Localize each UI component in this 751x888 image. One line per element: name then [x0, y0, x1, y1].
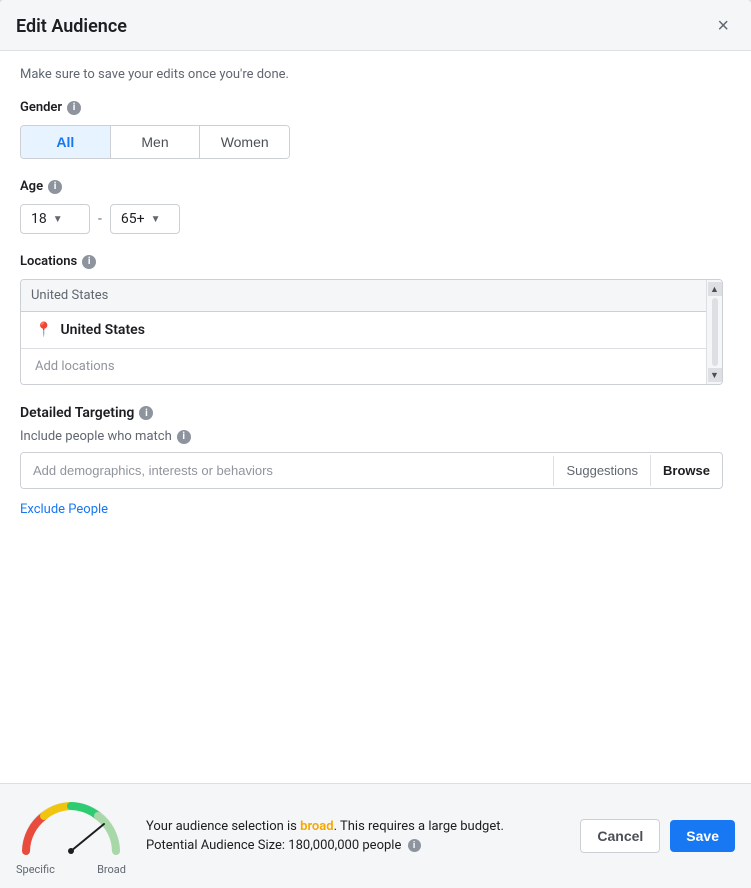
gender-men-button[interactable]: Men — [111, 126, 201, 158]
footer-message-suffix: . This requires a large budget. — [334, 819, 504, 834]
locations-scrollbar: ▲ ▼ — [706, 280, 722, 384]
modal-header: Edit Audience × — [0, 0, 751, 51]
modal-title: Edit Audience — [16, 16, 127, 37]
gauge-specific-label: Specific — [16, 863, 55, 876]
add-locations-input[interactable]: Add locations — [21, 349, 706, 384]
targeting-input-box: Suggestions Browse — [20, 452, 723, 489]
edit-audience-modal: Edit Audience × Make sure to save your e… — [0, 0, 751, 888]
include-label: Include people who match i — [20, 429, 723, 444]
age-min-value: 18 — [31, 211, 47, 227]
age-min-select[interactable]: 18 ▼ — [20, 204, 90, 234]
gauge-labels: Specific Broad — [16, 863, 126, 876]
close-button[interactable]: × — [711, 14, 735, 38]
gender-all-button[interactable]: All — [21, 126, 111, 158]
locations-search-text: United States — [31, 288, 108, 303]
locations-content: United States 📍 United States Add locati… — [21, 280, 706, 384]
locations-label: Locations i — [20, 254, 723, 269]
age-max-chevron: ▼ — [151, 214, 161, 225]
gauge-chart — [16, 796, 126, 861]
age-max-select[interactable]: 65+ ▼ — [110, 204, 180, 234]
broad-word: broad — [300, 819, 333, 834]
audience-size-text: Potential Audience Size: 180,000,000 peo… — [146, 838, 401, 853]
age-section: Age i 18 ▼ - 65+ ▼ — [20, 179, 723, 234]
browse-button[interactable]: Browse — [650, 455, 722, 486]
age-row: 18 ▼ - 65+ ▼ — [20, 204, 723, 234]
gender-label: Gender i — [20, 100, 723, 115]
age-min-chevron: ▼ — [53, 214, 63, 225]
gender-section: Gender i All Men Women — [20, 100, 723, 159]
detailed-targeting-info-icon[interactable]: i — [139, 406, 153, 420]
targeting-input[interactable] — [21, 453, 553, 488]
modal-body: Make sure to save your edits once you're… — [0, 51, 751, 783]
age-info-icon[interactable]: i — [48, 180, 62, 194]
audience-size-info-icon[interactable]: i — [408, 839, 421, 852]
footer-info: Your audience selection is broad. This r… — [146, 819, 580, 853]
modal-footer: Specific Broad Your audience selection i… — [0, 783, 751, 888]
locations-box: United States 📍 United States Add locati… — [20, 279, 723, 385]
cancel-button[interactable]: Cancel — [580, 819, 660, 853]
gender-button-group: All Men Women — [20, 125, 290, 159]
footer-actions: Cancel Save — [580, 819, 735, 853]
age-label: Age i — [20, 179, 723, 194]
gender-info-icon[interactable]: i — [67, 101, 81, 115]
detailed-targeting-label: Detailed Targeting i — [20, 405, 723, 421]
locations-section: Locations i United States 📍 United State… — [20, 254, 723, 385]
detailed-targeting-section: Detailed Targeting i Include people who … — [20, 405, 723, 517]
locations-scroll-track — [712, 298, 718, 366]
age-max-value: 65+ — [121, 211, 145, 227]
locations-info-icon[interactable]: i — [82, 255, 96, 269]
pin-icon: 📍 — [35, 322, 52, 338]
gender-women-button[interactable]: Women — [200, 126, 289, 158]
exclude-people-link[interactable]: Exclude People — [20, 502, 108, 517]
footer-gauge: Specific Broad — [16, 796, 126, 876]
footer-message: Your audience selection is broad. This r… — [146, 819, 580, 834]
locations-scroll-down[interactable]: ▼ — [708, 368, 722, 382]
save-button[interactable]: Save — [670, 820, 735, 852]
age-dash: - — [98, 211, 102, 227]
audience-size: Potential Audience Size: 180,000,000 peo… — [146, 838, 580, 853]
locations-header: United States — [21, 280, 706, 312]
locations-scroll-up[interactable]: ▲ — [708, 282, 722, 296]
location-name: United States — [60, 322, 144, 338]
gauge-broad-label: Broad — [97, 863, 126, 876]
suggestions-button[interactable]: Suggestions — [554, 455, 650, 486]
include-info-icon[interactable]: i — [177, 430, 191, 444]
notice-text: Make sure to save your edits once you're… — [20, 67, 723, 82]
footer-message-prefix: Your audience selection is — [146, 819, 300, 834]
locations-inner: United States 📍 United States Add locati… — [21, 280, 722, 384]
add-locations-placeholder: Add locations — [35, 359, 115, 374]
location-item: 📍 United States — [21, 312, 706, 349]
